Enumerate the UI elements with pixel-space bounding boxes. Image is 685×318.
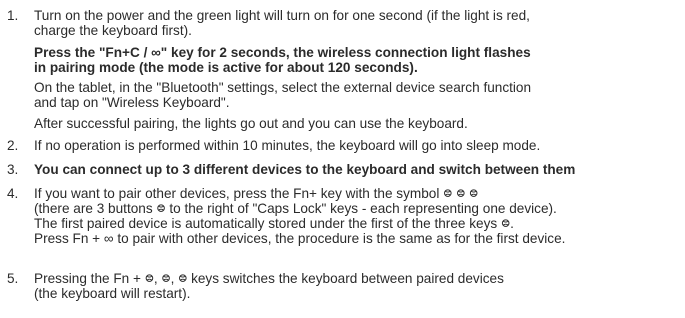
text-line: Turn on the power and the green light wi… [34,8,530,23]
after-pairing-text: After successful pairing, the lights go … [34,116,468,131]
text-line: After successful pairing, the lights go … [34,116,468,131]
pairing-instruction: Press the "Fn+C / ∞" key for 2 seconds, … [34,45,531,75]
item-number: 3. [7,162,19,177]
item-number: 2. [7,138,19,153]
text-line: Pressing the Fn + ᳂, ᳂, ᳂ keys switches … [34,271,504,286]
item-number: 5. [7,271,19,286]
text-line: and tap on "Wireless Keyboard". [34,95,230,110]
text-line: (the keyboard will restart). [34,286,191,301]
item-number: 4. [7,186,19,201]
text-line: (there are 3 buttons ᳂ to the right of "… [34,201,557,216]
tablet-instruction: On the tablet, in the "Bluetooth" settin… [34,80,531,110]
bold-line: Press the "Fn+C / ∞" key for 2 seconds, … [34,45,531,60]
item-4-text: If you want to pair other devices, press… [34,186,565,246]
item-number: 1. [7,8,19,23]
text-line: The first paired device is automatically… [34,216,514,231]
item-1-text: Turn on the power and the green light wi… [34,8,530,38]
text-line: charge the keyboard first). [34,23,192,38]
text-line: Press Fn + ∞ to pair with other devices,… [34,231,566,246]
text-line: If you want to pair other devices, press… [34,186,479,201]
text-line: On the tablet, in the "Bluetooth" settin… [34,80,532,95]
text-line: If no operation is performed within 10 m… [34,138,541,153]
bold-line: in pairing mode (the mode is active for … [34,60,418,75]
item-2-text: If no operation is performed within 10 m… [34,138,540,153]
item-5-text: Pressing the Fn + ᳂, ᳂, ᳂ keys switches … [34,271,504,301]
bold-line: You can connect up to 3 different device… [34,162,576,177]
item-3-text: You can connect up to 3 different device… [34,162,575,177]
